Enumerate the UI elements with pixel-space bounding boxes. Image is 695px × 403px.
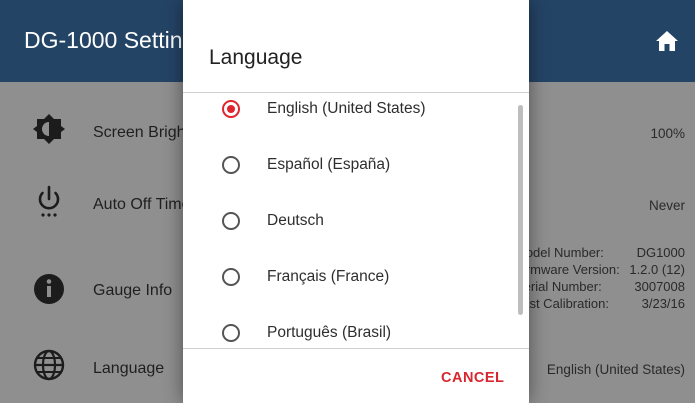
language-option-portuguese[interactable]: Português (Brasil) bbox=[183, 314, 503, 348]
language-option-spanish[interactable]: Español (España) bbox=[183, 146, 503, 186]
scrollbar[interactable] bbox=[518, 105, 523, 315]
globe-icon bbox=[33, 349, 65, 381]
radio-selected-icon[interactable] bbox=[222, 100, 240, 118]
setting-label: Gauge Info bbox=[93, 282, 173, 299]
language-option-label: Español (España) bbox=[267, 156, 391, 173]
info-value: DG1000 bbox=[636, 245, 685, 260]
page-title: DG-1000 Settings bbox=[24, 27, 207, 53]
radio-unselected-icon[interactable] bbox=[222, 156, 240, 174]
setting-value: 100% bbox=[650, 126, 685, 141]
dialog-title: Language bbox=[209, 46, 303, 69]
language-dialog: Language English (United States) Español… bbox=[183, 0, 529, 403]
info-key: Firmware Version: bbox=[515, 262, 620, 277]
cancel-button[interactable]: CANCEL bbox=[441, 370, 504, 386]
language-option-french[interactable]: Français (France) bbox=[183, 258, 503, 298]
power-timer-icon bbox=[38, 185, 60, 217]
radio-unselected-icon[interactable] bbox=[222, 212, 240, 230]
info-value: 3007008 bbox=[634, 279, 685, 294]
home-icon[interactable] bbox=[654, 28, 680, 54]
setting-value: English (United States) bbox=[546, 362, 685, 377]
setting-value: Never bbox=[648, 198, 685, 213]
language-option-german[interactable]: Deutsch bbox=[183, 202, 503, 242]
info-value: 1.2.0 (12) bbox=[629, 262, 685, 277]
language-option-english-us[interactable]: English (United States) bbox=[183, 92, 503, 130]
setting-label: Language bbox=[93, 360, 165, 377]
radio-unselected-icon[interactable] bbox=[222, 268, 240, 286]
language-option-label: English (United States) bbox=[267, 100, 426, 117]
info-key: Last Calibration: bbox=[515, 296, 609, 311]
divider bbox=[183, 348, 529, 349]
setting-label: Auto Off Timer bbox=[93, 196, 196, 213]
radio-unselected-icon[interactable] bbox=[222, 324, 240, 342]
language-option-label: Deutsch bbox=[267, 212, 324, 229]
language-option-label: Português (Brasil) bbox=[267, 324, 392, 341]
language-options-list[interactable]: English (United States) Español (España)… bbox=[183, 92, 529, 348]
info-icon bbox=[34, 274, 64, 304]
brightness-icon bbox=[33, 114, 65, 144]
info-value: 3/23/16 bbox=[641, 296, 685, 311]
language-option-label: Français (France) bbox=[267, 268, 390, 285]
